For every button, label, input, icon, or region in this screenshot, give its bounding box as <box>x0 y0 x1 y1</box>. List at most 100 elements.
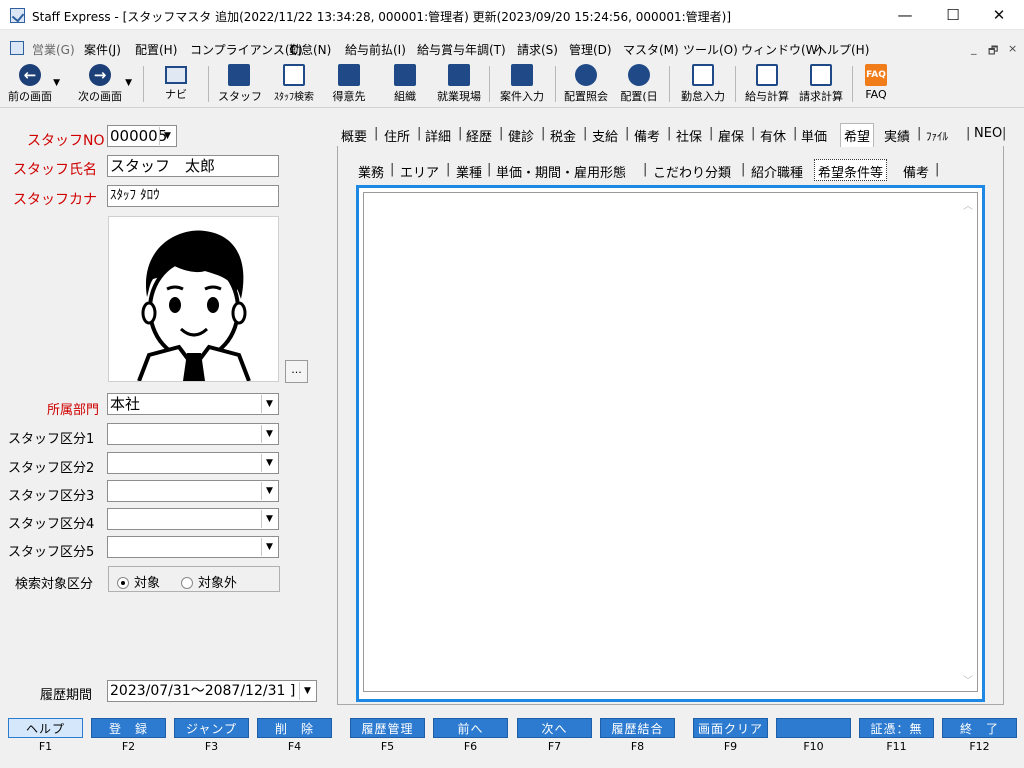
menu-advance-pay[interactable]: 給与前払(I) <box>345 41 406 58</box>
exit-button[interactable]: 終 了 <box>942 718 1017 738</box>
tab-unit-price[interactable]: 単価 <box>801 126 827 145</box>
tab-address[interactable]: 住所 <box>384 126 410 145</box>
tab-paid-leave[interactable]: 有休 <box>760 126 786 145</box>
mdi-minimize-button[interactable]: _ <box>971 42 977 55</box>
subtab-price-period-employment[interactable]: 単価・期間・雇用形態 <box>496 162 626 181</box>
payroll-button[interactable]: 給与計算 <box>741 62 793 106</box>
client-button[interactable]: 得意先 <box>329 62 369 106</box>
dept-select[interactable]: 本社 ▼ <box>107 393 279 415</box>
placement-daily-button[interactable]: 配置(日 <box>617 62 661 106</box>
billing-button[interactable]: 請求計算 <box>795 62 847 106</box>
faq-button[interactable]: FAQ FAQ <box>858 62 894 106</box>
worksite-button[interactable]: 就業現場 <box>432 62 486 106</box>
next-button[interactable]: 次へ <box>517 718 592 738</box>
staff-category-1-select[interactable]: ▼ <box>107 423 279 445</box>
navi-button[interactable]: ナビ <box>156 62 196 106</box>
evidence-button[interactable]: 証憑：無 <box>859 718 934 738</box>
subtab-notes[interactable]: 備考 <box>903 162 929 181</box>
back-button-label: 前の画面 <box>8 90 52 103</box>
vertical-scrollbar[interactable]: ︿ ﹀ <box>960 193 977 691</box>
forward-button[interactable]: → 次の画面 ▼ <box>70 62 132 106</box>
previous-button[interactable]: 前へ <box>433 718 508 738</box>
subtab-job[interactable]: 業務 <box>358 162 384 181</box>
tab-payment[interactable]: 支給 <box>592 126 618 145</box>
scroll-down-icon[interactable]: ﹀ <box>963 672 973 687</box>
menu-master[interactable]: マスタ(M) <box>623 41 679 58</box>
minimize-button[interactable]: — <box>882 0 928 30</box>
staff-kana-field[interactable]: ｽﾀｯﾌ ﾀﾛｳ <box>107 185 279 207</box>
history-merge-button[interactable]: 履歴結合 <box>600 718 675 738</box>
staff-name-field[interactable]: スタッフ 太郎 <box>107 155 279 177</box>
placement-inquiry-button[interactable]: 配置照会 <box>560 62 612 106</box>
tab-employment-insurance[interactable]: 雇保 <box>718 126 744 145</box>
photo-browse-button[interactable]: ... <box>285 360 308 383</box>
case-input-button[interactable]: 案件入力 <box>494 62 550 106</box>
tab-remarks[interactable]: 備考 <box>634 126 660 145</box>
menu-sales[interactable]: 営業(G) <box>32 41 75 58</box>
staff-category-5-label: スタッフ区分5 <box>8 545 95 560</box>
menu-attendance[interactable]: 勤怠(N) <box>289 41 331 58</box>
subtab-referral-job[interactable]: 紹介職種 <box>751 162 803 181</box>
tab-file[interactable]: ﾌｧｲﾙ <box>926 128 948 144</box>
help-button[interactable]: ヘルプ <box>8 718 83 738</box>
menu-case[interactable]: 案件(J) <box>84 41 121 58</box>
menu-tools[interactable]: ツール(O) <box>683 41 738 58</box>
tab-results[interactable]: 実績 <box>884 126 910 145</box>
back-button[interactable]: ← 前の画面 ▼ <box>2 62 60 106</box>
delete-button[interactable]: 削 除 <box>257 718 332 738</box>
back-dropdown-icon[interactable]: ▼ <box>53 78 60 88</box>
register-button[interactable]: 登 録 <box>91 718 166 738</box>
clear-screen-button[interactable]: 画面クリア <box>693 718 768 738</box>
subtab-industry[interactable]: 業種 <box>456 162 482 181</box>
search-target-on-radio[interactable]: 対象 <box>117 572 160 591</box>
f10-button[interactable] <box>776 718 851 738</box>
staff-category-4-select[interactable]: ▼ <box>107 508 279 530</box>
maximize-button[interactable]: ☐ <box>930 0 976 30</box>
organization-button[interactable]: 組織 <box>385 62 425 106</box>
staff-search-button[interactable]: ｽﾀｯﾌ検索 <box>266 62 322 106</box>
subtab-area[interactable]: エリア <box>400 162 439 181</box>
organization-button-label: 組織 <box>394 90 416 103</box>
title-bar: Staff Express - [スタッフマスタ 追加(2022/11/22 1… <box>0 0 1024 30</box>
toolbar-separator <box>208 66 209 102</box>
mdi-close-button[interactable]: × <box>1008 42 1017 55</box>
menu-window[interactable]: ウィンドウ(W) <box>741 41 822 58</box>
search-target-off-radio[interactable]: 対象外 <box>181 572 237 591</box>
staff-category-1-label: スタッフ区分1 <box>8 432 95 447</box>
jump-button[interactable]: ジャンプ <box>174 718 249 738</box>
subtab-preference-category[interactable]: こだわり分類 <box>653 162 731 181</box>
menu-payroll[interactable]: 給与賞与年調(T) <box>417 41 506 58</box>
tab-detail[interactable]: 詳細 <box>425 126 451 145</box>
navi-button-label: ナビ <box>165 88 187 101</box>
tab-preference[interactable]: 希望 <box>840 123 875 147</box>
attendance-input-button[interactable]: 勤怠入力 <box>676 62 730 106</box>
close-button[interactable]: ✕ <box>976 0 1022 30</box>
tab-neo[interactable]: NEO <box>974 126 1002 141</box>
subtab-desired-conditions[interactable]: 希望条件等 <box>814 159 888 181</box>
menu-help[interactable]: ヘルプ(H) <box>815 41 869 58</box>
menu-management[interactable]: 管理(D) <box>569 41 612 58</box>
menu-placement[interactable]: 配置(H) <box>135 41 177 58</box>
staff-category-4-label: スタッフ区分4 <box>8 517 95 532</box>
scroll-up-icon[interactable]: ︿ <box>963 197 973 212</box>
menu-compliance[interactable]: コンプライアンス(C) <box>190 41 303 58</box>
mdi-restore-button[interactable]: 🗗 <box>988 42 998 61</box>
staff-no-select[interactable]: 000005 ▼ <box>107 125 177 147</box>
mdi-child-icon[interactable] <box>10 41 24 55</box>
forward-dropdown-icon[interactable]: ▼ <box>125 78 132 88</box>
tab-overview[interactable]: 概要 <box>341 126 367 145</box>
tab-career[interactable]: 経歴 <box>466 126 492 145</box>
history-period-select[interactable]: 2023/07/31～2087/12/31 ] ▼ <box>107 680 317 702</box>
staff-button[interactable]: スタッフ <box>218 62 262 106</box>
chevron-down-icon: ▼ <box>261 454 277 472</box>
tab-social-insurance[interactable]: 社保 <box>676 126 702 145</box>
menu-billing[interactable]: 請求(S) <box>517 41 558 58</box>
staff-category-3-select[interactable]: ▼ <box>107 480 279 502</box>
history-management-button[interactable]: 履歴管理 <box>350 718 425 738</box>
tab-tax[interactable]: 税金 <box>550 126 576 145</box>
desired-conditions-textarea[interactable]: ︿ ﹀ <box>363 192 978 692</box>
f12-key-label: F12 <box>969 740 990 753</box>
staff-category-2-select[interactable]: ▼ <box>107 452 279 474</box>
tab-health-check[interactable]: 健診 <box>508 126 534 145</box>
staff-category-5-select[interactable]: ▼ <box>107 536 279 558</box>
